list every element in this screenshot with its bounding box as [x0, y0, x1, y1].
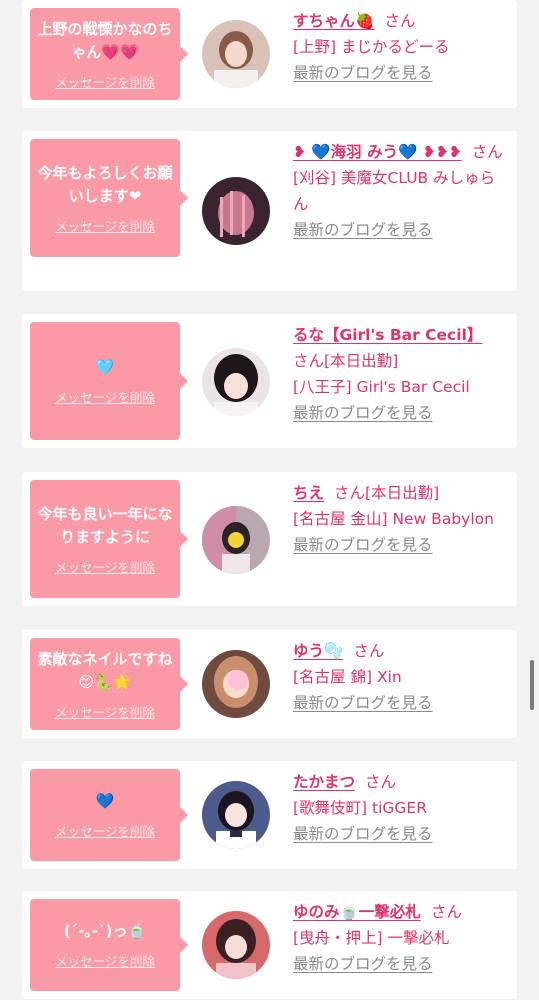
sender-info: ゆう🫧 さん [名古屋 錦] Xin 最新のブログを見る	[293, 638, 508, 716]
sender-info: たかまつ さん [歌舞伎町] tiGGER 最新のブログを見る	[293, 769, 508, 847]
shop-info: [歌舞伎町] tiGGER	[293, 799, 427, 817]
sender-info: すちゃん🍓 さん [上野] まじかるどーる 最新のブログを見る	[293, 8, 508, 86]
message-bubble: 今年もよろしくお願いします❤︎ メッセージを削除	[30, 139, 188, 257]
avatar[interactable]	[202, 348, 270, 416]
message-text: 今年もよろしくお願いします❤︎	[37, 163, 173, 205]
view-blog-link[interactable]: 最新のブログを見る	[293, 400, 433, 426]
sender-info: ❥ 💙海羽 みう💙 ❥❥❥ さん [刈谷] 美魔女CLUB みしゅらん 最新のブロ…	[293, 139, 508, 243]
avatar[interactable]	[202, 177, 270, 245]
shop-info: [曳舟・押上] 一撃必札	[293, 929, 450, 947]
message-card: 上野の戦慄かなのちゃん💗💗 メッセージを削除 すちゃん🍓 さん [上野] まじかる…	[22, 0, 517, 108]
delete-message-link[interactable]: メッセージを削除	[55, 387, 155, 406]
scrollbar-thumb[interactable]	[530, 660, 534, 710]
status-badge: [本日出勤]	[365, 484, 440, 502]
message-text: (´-｡-`)っ🍵	[63, 922, 147, 940]
delete-message-link[interactable]: メッセージを削除	[55, 72, 155, 91]
delete-message-link[interactable]: メッセージを削除	[55, 702, 155, 721]
message-list: 上野の戦慄かなのちゃん💗💗 メッセージを削除 すちゃん🍓 さん [上野] まじかる…	[0, 0, 539, 1000]
sender-info: ちえ さん[本日出勤] [名古屋 金山] New Babylon 最新のブログを見…	[293, 480, 508, 558]
honorific: さん	[293, 352, 325, 370]
sender-info: ゆのみ🍵一撃必札 さん [曳舟・押上] 一撃必札 最新のブログを見る	[293, 899, 508, 977]
sender-name-link[interactable]: ゆのみ🍵一撃必札	[293, 903, 421, 921]
honorific: さん	[471, 143, 503, 161]
sender-name-link[interactable]: すちゃん🍓	[293, 12, 374, 30]
shop-info: [上野] まじかるどーる	[293, 38, 450, 56]
message-text: 素敵なネイルですね😊🐍🌟	[37, 649, 173, 691]
sender-info: るな【Girl's Bar Cecil】 さん[本日出勤] [八王子] Girl…	[293, 322, 508, 426]
avatar[interactable]	[202, 781, 270, 849]
message-text: 🩵	[95, 358, 115, 376]
delete-message-link[interactable]: メッセージを削除	[55, 821, 155, 840]
avatar[interactable]	[202, 650, 270, 718]
view-blog-link[interactable]: 最新のブログを見る	[293, 532, 433, 558]
message-card: 今年も良い一年になりますように メッセージを削除 ちえ さん[本日出勤] [名古屋…	[22, 472, 517, 606]
message-text: 今年も良い一年になりますように	[37, 504, 173, 546]
shop-info: [名古屋 金山] New Babylon	[293, 510, 494, 528]
shop-info: [八王子] Girl's Bar Cecil	[293, 378, 470, 396]
honorific: さん	[430, 903, 462, 921]
message-card: 素敵なネイルですね😊🐍🌟 メッセージを削除 ゆう🫧 さん [名古屋 錦] Xin …	[22, 630, 517, 738]
avatar[interactable]	[202, 506, 270, 574]
honorific: さん	[365, 773, 397, 791]
message-bubble: 上野の戦慄かなのちゃん💗💗 メッセージを削除	[30, 8, 188, 100]
message-bubble: 素敵なネイルですね😊🐍🌟 メッセージを削除	[30, 638, 188, 730]
message-bubble: 🩵 メッセージを削除	[30, 322, 188, 440]
message-bubble: 今年も良い一年になりますように メッセージを削除	[30, 480, 188, 598]
avatar[interactable]	[202, 911, 270, 979]
honorific: さん	[384, 12, 416, 30]
message-bubble: (´-｡-`)っ🍵 メッセージを削除	[30, 899, 188, 991]
message-card: (´-｡-`)っ🍵 メッセージを削除 ゆのみ🍵一撃必札 さん [曳舟・押上] 一撃…	[22, 891, 517, 999]
shop-info: [刈谷] 美魔女CLUB みしゅらん	[293, 169, 496, 213]
sender-name-link[interactable]: たかまつ	[293, 773, 355, 791]
honorific: さん	[353, 642, 385, 660]
sender-name-link[interactable]: ❥ 💙海羽 みう💙 ❥❥❥	[293, 143, 462, 161]
sender-name-link[interactable]: ゆう🫧	[293, 642, 343, 660]
delete-message-link[interactable]: メッセージを削除	[55, 557, 155, 576]
view-blog-link[interactable]: 最新のブログを見る	[293, 951, 433, 977]
message-card: 🩵 メッセージを削除 るな【Girl's Bar Cecil】 さん[本日出勤]…	[22, 314, 517, 448]
view-blog-link[interactable]: 最新のブログを見る	[293, 821, 433, 847]
honorific: さん	[334, 484, 366, 502]
view-blog-link[interactable]: 最新のブログを見る	[293, 217, 433, 243]
avatar[interactable]	[202, 20, 270, 88]
message-text: 💙	[95, 792, 115, 810]
message-card: 💙 メッセージを削除 たかまつ さん [歌舞伎町] tiGGER 最新のブログを見…	[22, 761, 517, 869]
sender-name-link[interactable]: ちえ	[293, 484, 324, 502]
message-card: 今年もよろしくお願いします❤︎ メッセージを削除 ❥ 💙海羽 みう💙 ❥❥❥ さん…	[22, 131, 517, 291]
sender-name-link[interactable]: るな【Girl's Bar Cecil】	[293, 326, 482, 344]
view-blog-link[interactable]: 最新のブログを見る	[293, 60, 433, 86]
shop-info: [名古屋 錦] Xin	[293, 668, 402, 686]
status-badge: [本日出勤]	[324, 352, 399, 370]
view-blog-link[interactable]: 最新のブログを見る	[293, 690, 433, 716]
delete-message-link[interactable]: メッセージを削除	[55, 216, 155, 235]
message-bubble: 💙 メッセージを削除	[30, 769, 188, 861]
delete-message-link[interactable]: メッセージを削除	[55, 951, 155, 970]
message-text: 上野の戦慄かなのちゃん💗💗	[37, 19, 173, 61]
